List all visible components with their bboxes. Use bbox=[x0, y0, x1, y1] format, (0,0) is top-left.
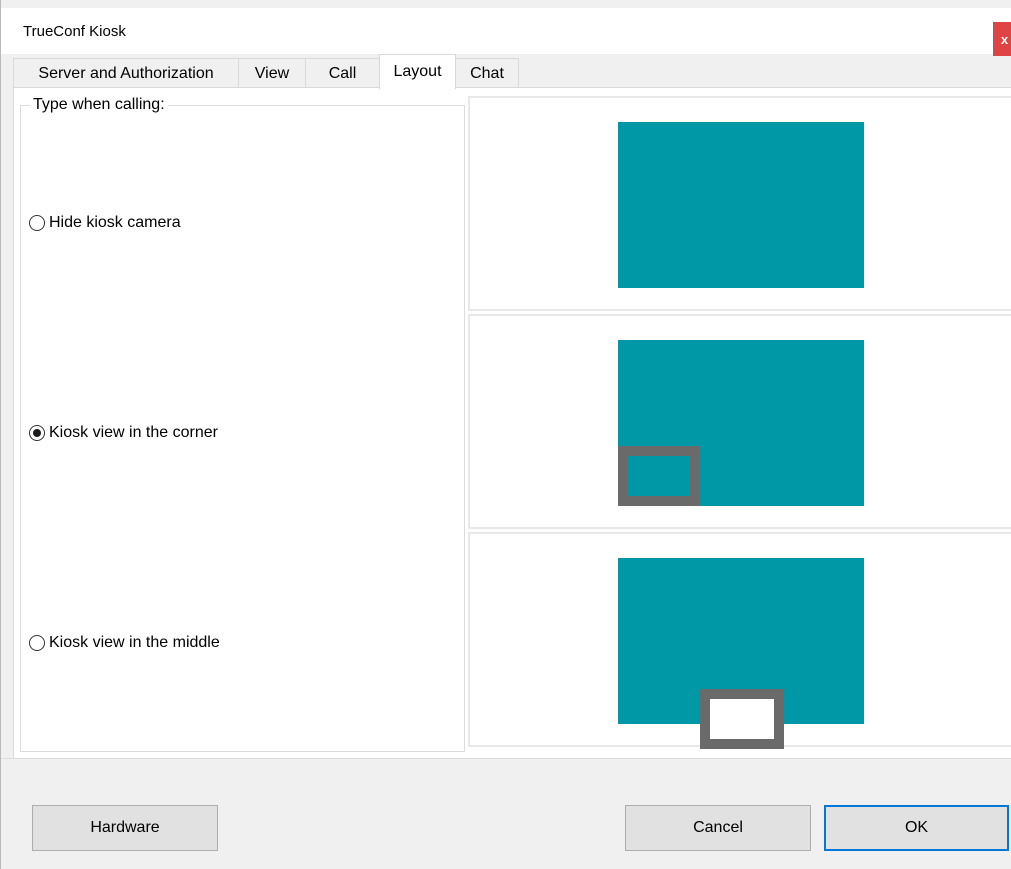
radio-kiosk-view-middle[interactable]: Kiosk view in the middle bbox=[29, 634, 220, 652]
group-title: Type when calling: bbox=[30, 96, 168, 114]
tab-strip: Server and Authorization View Call Layou… bbox=[13, 54, 1011, 89]
cancel-button[interactable]: Cancel bbox=[625, 805, 811, 851]
title-bar: TrueConf Kiosk x bbox=[1, 8, 1011, 56]
radio-label: Kiosk view in the middle bbox=[49, 634, 220, 651]
preview-hide-kiosk-camera[interactable] bbox=[468, 96, 1011, 311]
tab-label: Call bbox=[328, 64, 357, 82]
tab-label: Chat bbox=[470, 64, 504, 82]
remote-video-screen bbox=[618, 122, 864, 288]
radio-button-icon bbox=[29, 635, 45, 651]
preview-kiosk-view-middle[interactable] bbox=[468, 532, 1011, 749]
radio-button-selected-icon bbox=[29, 425, 45, 441]
call-layout-group: Type when calling: Hide kiosk camera Kio… bbox=[20, 96, 465, 752]
button-label: Cancel bbox=[693, 819, 743, 836]
footer-divider bbox=[1, 758, 1011, 759]
radio-button-icon bbox=[29, 215, 45, 231]
radio-label: Kiosk view in the corner bbox=[49, 424, 218, 441]
tab-server-and-authorization[interactable]: Server and Authorization bbox=[13, 58, 239, 88]
layout-tab-panel: Type when calling: Hide kiosk camera Kio… bbox=[13, 87, 1011, 758]
button-label: Hardware bbox=[90, 819, 160, 836]
remote-video-screen bbox=[618, 340, 864, 506]
close-icon: x bbox=[1000, 31, 1009, 47]
tab-call[interactable]: Call bbox=[305, 58, 380, 88]
dialog-window: TrueConf Kiosk x Server and Authorizatio… bbox=[0, 0, 1011, 869]
preview-kiosk-view-corner[interactable] bbox=[468, 314, 1011, 529]
button-label: OK bbox=[904, 819, 929, 836]
radio-kiosk-view-corner[interactable]: Kiosk view in the corner bbox=[29, 424, 218, 442]
radio-label: Hide kiosk camera bbox=[49, 214, 181, 231]
tab-label: View bbox=[254, 64, 290, 82]
close-button[interactable]: x bbox=[993, 22, 1011, 56]
tab-label: Server and Authorization bbox=[38, 64, 214, 82]
window-title: TrueConf Kiosk bbox=[23, 23, 126, 40]
hardware-button[interactable]: Hardware bbox=[32, 805, 218, 851]
tab-layout[interactable]: Layout bbox=[379, 54, 456, 89]
ok-button[interactable]: OK bbox=[824, 805, 1009, 851]
kiosk-pip-corner bbox=[618, 446, 700, 506]
tab-chat[interactable]: Chat bbox=[455, 58, 519, 88]
tab-view[interactable]: View bbox=[238, 58, 306, 88]
kiosk-pip-middle bbox=[700, 689, 784, 749]
radio-hide-kiosk-camera[interactable]: Hide kiosk camera bbox=[29, 214, 181, 232]
tab-label: Layout bbox=[393, 63, 442, 80]
